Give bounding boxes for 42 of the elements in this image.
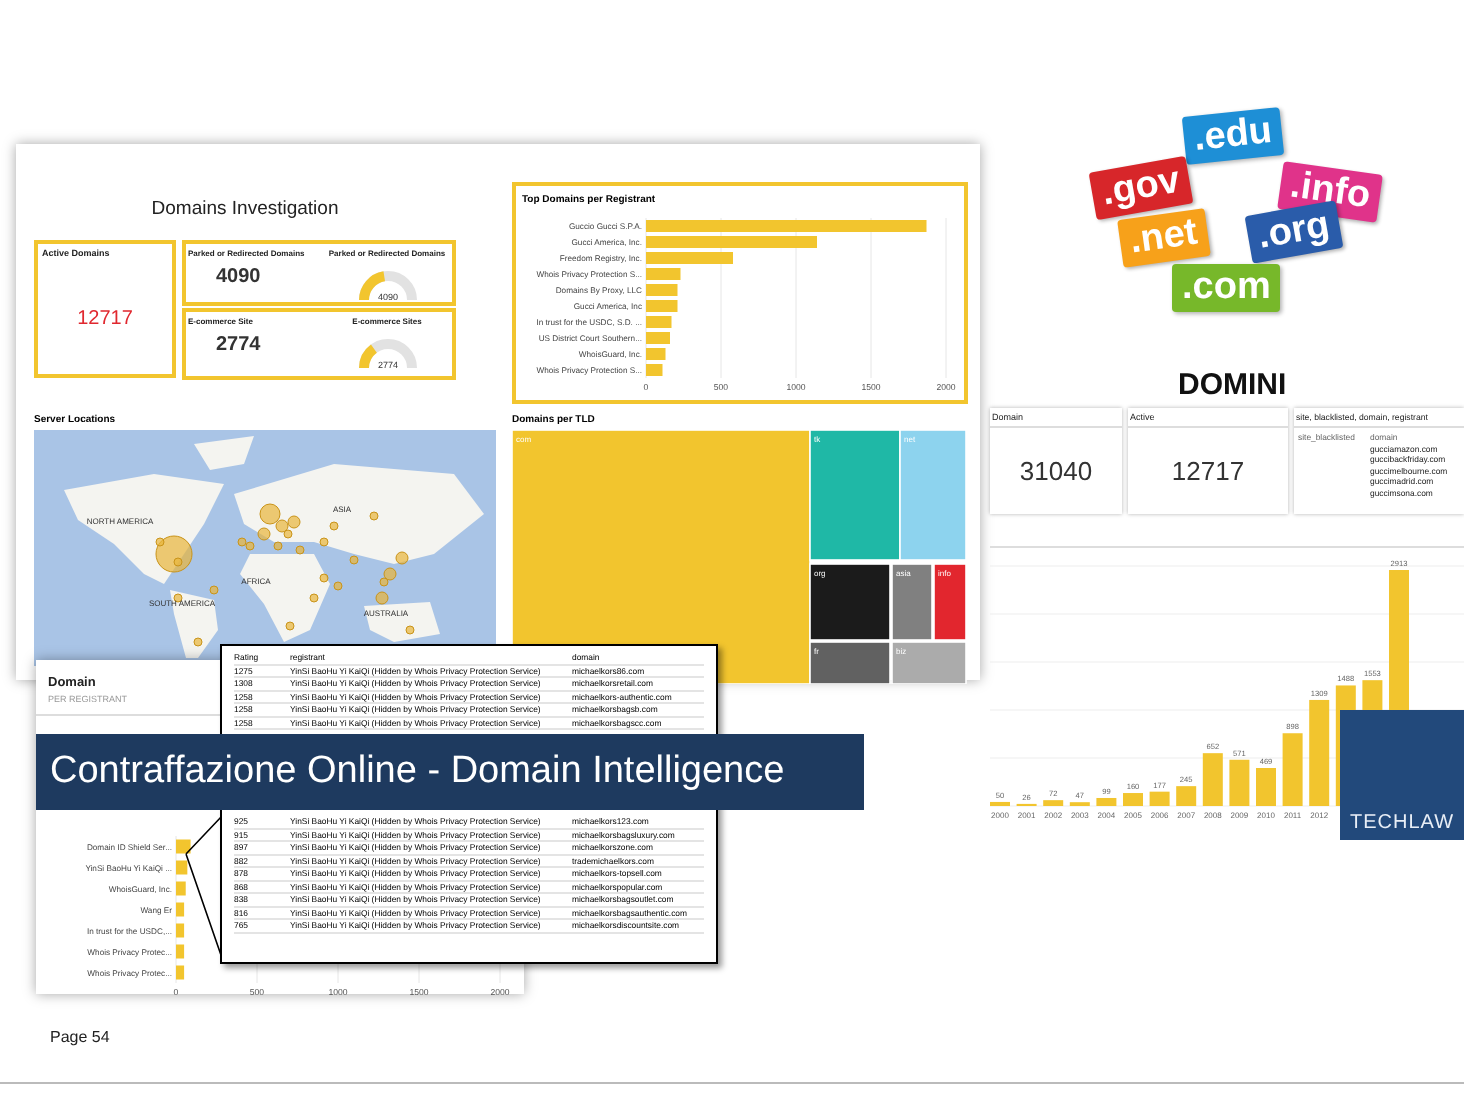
- domain-tag: .com: [1172, 264, 1281, 312]
- bar: [1043, 800, 1064, 806]
- card-value: 4090: [216, 266, 261, 288]
- bar: [176, 881, 186, 896]
- bar: [1256, 768, 1276, 806]
- bar: [646, 268, 681, 280]
- bar: [176, 839, 191, 854]
- gauge-track: [358, 339, 416, 369]
- bar: [990, 801, 1010, 806]
- bar: [1282, 733, 1303, 806]
- domain-tag: .net: [1117, 208, 1211, 268]
- bar: [646, 284, 678, 296]
- brand-logo: TECHLAW: [1340, 710, 1464, 840]
- bar: [1176, 786, 1197, 806]
- dashboard-title: Domains Investigation: [149, 198, 341, 220]
- bar: [646, 364, 663, 376]
- bar: [176, 902, 185, 917]
- bar: [646, 348, 666, 360]
- bar: [1202, 753, 1223, 806]
- bar: [646, 332, 670, 344]
- domain-tag: .edu: [1181, 107, 1285, 165]
- page-number: Page 54: [50, 1028, 110, 1046]
- slide-title: Contraffazione Online - Domain Intelligence: [36, 734, 864, 810]
- bar: [176, 944, 185, 959]
- bar: [1229, 759, 1250, 806]
- bar: [176, 965, 185, 980]
- bar: [176, 923, 185, 938]
- bar: [1309, 699, 1330, 806]
- card-value: 12717: [1171, 456, 1245, 486]
- bar: [1123, 793, 1143, 806]
- bar: [646, 252, 733, 264]
- section-title: DOMINI: [1178, 368, 1287, 402]
- card-value: 31040: [1019, 456, 1093, 486]
- card-value: 12717: [77, 307, 133, 329]
- bar: [1149, 791, 1170, 806]
- domain-tag: .gov: [1088, 155, 1194, 221]
- bar: [646, 300, 678, 312]
- bar: [1096, 798, 1117, 806]
- bar: [646, 316, 672, 328]
- card-value: 2774: [216, 334, 261, 356]
- bar: [176, 860, 188, 875]
- gauge-track: [358, 271, 416, 301]
